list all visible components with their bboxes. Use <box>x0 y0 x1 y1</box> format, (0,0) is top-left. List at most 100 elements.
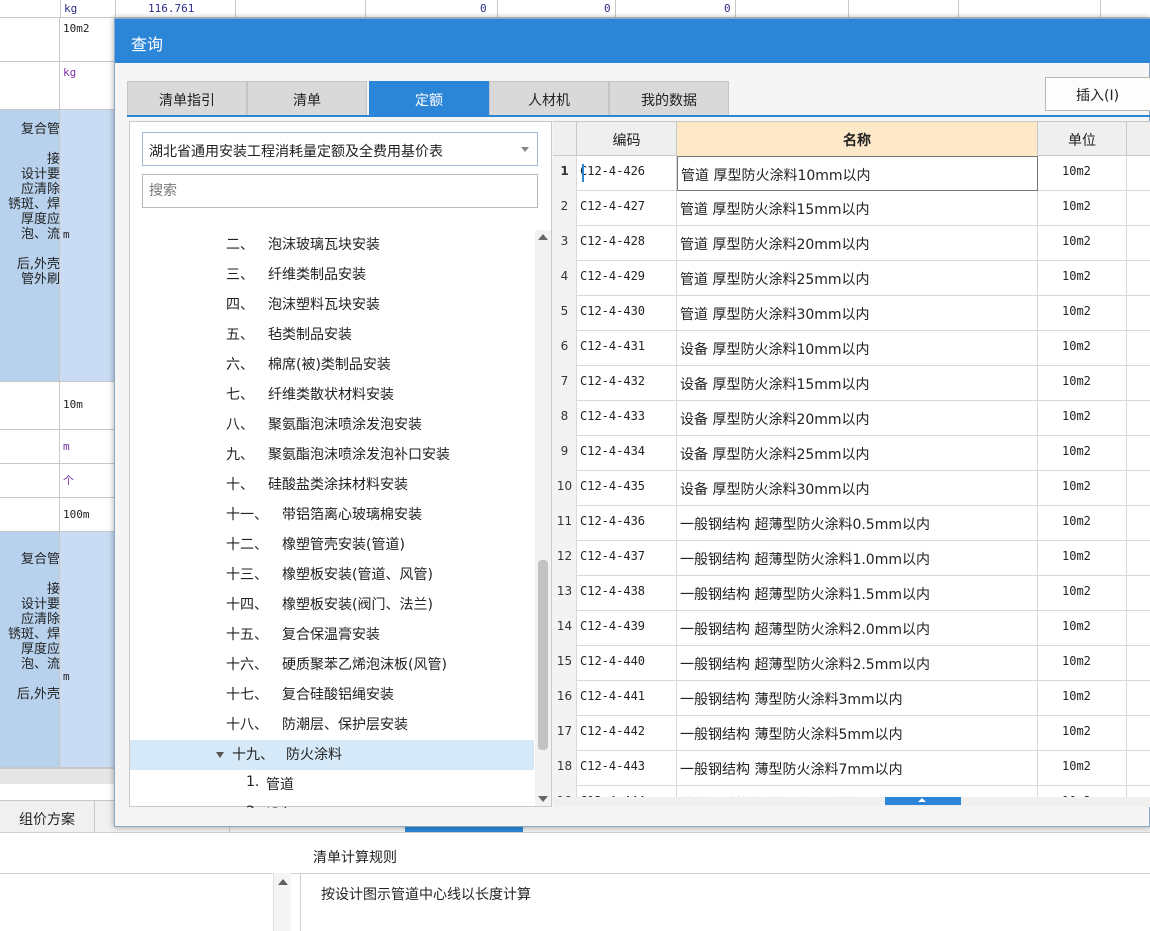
table-row[interactable]: 2 C12-4-427 管道 厚型防火涂料15mm以内 10m2 <box>553 191 1150 226</box>
cell-code[interactable]: C12-4-439 <box>577 611 677 646</box>
tree-item[interactable]: 九、 聚氨酯泡沫喷涂发泡补口安装 <box>130 440 534 470</box>
tree-item[interactable]: 十一、 带铝箔离心玻璃棉安装 <box>130 500 534 530</box>
cell-extra[interactable] <box>1127 541 1150 576</box>
header-name[interactable]: 名称 <box>677 122 1038 156</box>
cell-name[interactable]: 管道 厚型防火涂料30mm以内 <box>677 296 1038 331</box>
tree-item[interactable]: 十三、 橡塑板安装(管道、风管) <box>130 560 534 590</box>
tree-item[interactable]: 五、 毡类制品安装 <box>130 320 534 350</box>
tab-labor-material[interactable]: 人材机 <box>489 81 609 115</box>
cell-name[interactable]: 一般钢结构 超薄型防火涂料1.0mm以内 <box>677 541 1038 576</box>
cell-extra[interactable] <box>1127 646 1150 681</box>
cell-unit[interactable]: 10m2 <box>1038 576 1127 611</box>
tree-item[interactable]: 十四、 橡塑板安装(阀门、法兰) <box>130 590 534 620</box>
cell-code[interactable]: C12-4-441 <box>577 681 677 716</box>
scroll-up-icon[interactable] <box>538 234 548 240</box>
cell-extra[interactable] <box>1127 611 1150 646</box>
header-code[interactable]: 编码 <box>577 122 677 156</box>
table-row[interactable]: 6 C12-4-431 设备 厚型防火涂料10mm以内 10m2 <box>553 331 1150 366</box>
table-row[interactable]: 9 C12-4-434 设备 厚型防火涂料25mm以内 10m2 <box>553 436 1150 471</box>
table-row[interactable]: 12 C12-4-437 一般钢结构 超薄型防火涂料1.0mm以内 10m2 <box>553 541 1150 576</box>
cell-name[interactable]: 管道 厚型防火涂料15mm以内 <box>677 191 1038 226</box>
table-row[interactable]: 7 C12-4-432 设备 厚型防火涂料15mm以内 10m2 <box>553 366 1150 401</box>
cell-name[interactable]: 一般钢结构 超薄型防火涂料2.5mm以内 <box>677 646 1038 681</box>
chevron-down-icon[interactable] <box>521 147 529 152</box>
cell-name[interactable]: 管道 厚型防火涂料20mm以内 <box>677 226 1038 261</box>
header-unit[interactable]: 单位 <box>1038 122 1127 156</box>
cell-code[interactable]: C12-4-435 <box>577 471 677 506</box>
cell-unit[interactable]: 10m2 <box>1038 506 1127 541</box>
scroll-down-icon[interactable] <box>538 796 548 802</box>
cell-extra[interactable] <box>1127 156 1150 191</box>
tree-item[interactable]: 十、 硅酸盐类涂抹材料安装 <box>130 470 534 500</box>
cell-name[interactable]: 一般钢结构 薄型防火涂料5mm以内 <box>677 716 1038 751</box>
cell-unit[interactable]: 10m2 <box>1038 191 1127 226</box>
cell-unit[interactable]: 10m2 <box>1038 226 1127 261</box>
bottom-left-scrollbar[interactable] <box>273 873 291 931</box>
tree-item[interactable]: 十二、 橡塑管壳安装(管道) <box>130 530 534 560</box>
expand-arrow-icon[interactable] <box>216 752 224 758</box>
table-row[interactable]: 15 C12-4-440 一般钢结构 超薄型防火涂料2.5mm以内 10m2 <box>553 646 1150 681</box>
cell-code[interactable]: C12-4-438 <box>577 576 677 611</box>
cell-code[interactable]: C12-4-426 <box>577 156 677 191</box>
cell-extra[interactable] <box>1127 191 1150 226</box>
scroll-up-icon[interactable] <box>277 879 288 885</box>
table-row[interactable]: 10 C12-4-435 设备 厚型防火涂料30mm以内 10m2 <box>553 471 1150 506</box>
cell-code[interactable]: C12-4-433 <box>577 401 677 436</box>
cell-code[interactable]: C12-4-437 <box>577 541 677 576</box>
cell-code[interactable]: C12-4-431 <box>577 331 677 366</box>
cell-name[interactable]: 一般钢结构 超薄型防火涂料0.5mm以内 <box>677 506 1038 541</box>
tree-item[interactable]: 六、 棉席(被)类制品安装 <box>130 350 534 380</box>
cell-unit[interactable]: 10m2 <box>1038 716 1127 751</box>
tab-my-data[interactable]: 我的数据 <box>609 81 729 115</box>
cell-unit[interactable]: 10m2 <box>1038 436 1127 471</box>
library-select[interactable]: 湖北省通用安装工程消耗量定额及全费用基价表 <box>142 132 538 166</box>
cell-name[interactable]: 设备 厚型防火涂料20mm以内 <box>677 401 1038 436</box>
tab-quota[interactable]: 定额 <box>369 81 489 115</box>
table-row[interactable]: 16 C12-4-441 一般钢结构 薄型防火涂料3mm以内 10m2 <box>553 681 1150 716</box>
cell-extra[interactable] <box>1127 471 1150 506</box>
cell-code[interactable]: C12-4-434 <box>577 436 677 471</box>
tree-item[interactable]: 四、 泡沫塑料瓦块安装 <box>130 290 534 320</box>
cell-extra[interactable] <box>1127 716 1150 751</box>
cell-unit[interactable]: 10m2 <box>1038 471 1127 506</box>
cell-name[interactable]: 管道 厚型防火涂料10mm以内 <box>677 156 1038 191</box>
cell-name[interactable]: 一般钢结构 超薄型防火涂料1.5mm以内 <box>677 576 1038 611</box>
cell-name[interactable]: 设备 厚型防火涂料30mm以内 <box>677 471 1038 506</box>
cell-extra[interactable] <box>1127 401 1150 436</box>
cell-extra[interactable] <box>1127 261 1150 296</box>
table-row[interactable]: 8 C12-4-433 设备 厚型防火涂料20mm以内 10m2 <box>553 401 1150 436</box>
cell-code[interactable]: C12-4-440 <box>577 646 677 681</box>
table-row[interactable]: 17 C12-4-442 一般钢结构 薄型防火涂料5mm以内 10m2 <box>553 716 1150 751</box>
cell-code[interactable]: C12-4-432 <box>577 366 677 401</box>
tab-bill[interactable]: 清单 <box>247 81 367 115</box>
insert-button[interactable]: 插入(I) <box>1045 77 1150 111</box>
cell-name[interactable]: 一般钢结构 薄型防火涂料7mm以内 <box>677 751 1038 786</box>
cell-code[interactable]: C12-4-442 <box>577 716 677 751</box>
table-row[interactable]: 18 C12-4-443 一般钢结构 薄型防火涂料7mm以内 10m2 <box>553 751 1150 786</box>
cell-unit[interactable]: 10m2 <box>1038 331 1127 366</box>
cell-unit[interactable]: 10m2 <box>1038 366 1127 401</box>
tab-bill-guide[interactable]: 清单指引 <box>127 81 247 115</box>
search-input[interactable] <box>142 174 538 208</box>
cell-extra[interactable] <box>1127 331 1150 366</box>
cell-unit[interactable]: 10m2 <box>1038 681 1127 716</box>
tree-scrollbar-thumb[interactable] <box>538 560 548 750</box>
tree-item[interactable]: 二、 泡沫玻璃瓦块安装 <box>130 230 534 260</box>
cell-extra[interactable] <box>1127 226 1150 261</box>
table-row[interactable]: 3 C12-4-428 管道 厚型防火涂料20mm以内 10m2 <box>553 226 1150 261</box>
cell-unit[interactable]: 10m2 <box>1038 401 1127 436</box>
cell-code[interactable]: C12-4-430 <box>577 296 677 331</box>
cell-extra[interactable] <box>1127 751 1150 786</box>
cell-unit[interactable]: 10m2 <box>1038 541 1127 576</box>
cell-extra[interactable] <box>1127 681 1150 716</box>
table-row[interactable]: 4 C12-4-429 管道 厚型防火涂料25mm以内 10m2 <box>553 261 1150 296</box>
cell-code[interactable]: C12-4-427 <box>577 191 677 226</box>
cell-name[interactable]: 设备 厚型防火涂料10mm以内 <box>677 331 1038 366</box>
tree-item[interactable]: 十七、 复合硅酸铝绳安装 <box>130 680 534 710</box>
table-row[interactable]: 1 C12-4-426 管道 厚型防火涂料10mm以内 10m2 <box>553 156 1150 191</box>
dialog-titlebar[interactable]: 查询 <box>115 19 1150 63</box>
cell-unit[interactable]: 10m2 <box>1038 261 1127 296</box>
tree-item[interactable]: 七、 纤维类散状材料安装 <box>130 380 534 410</box>
cell-name[interactable]: 设备 厚型防火涂料25mm以内 <box>677 436 1038 471</box>
tree-item[interactable]: 十八、 防潮层、保护层安装 <box>130 710 534 740</box>
